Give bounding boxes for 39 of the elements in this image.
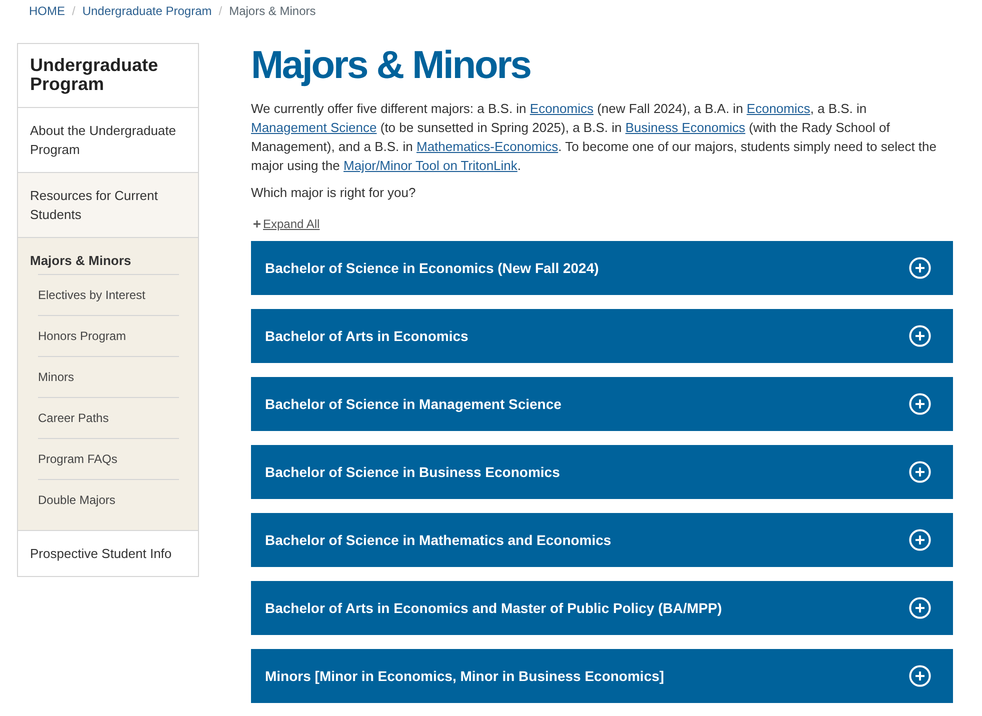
plus-circle-icon xyxy=(909,529,931,551)
accordion-header[interactable]: Bachelor of Arts in Economics and Master of Public Policy (BA/MPP) xyxy=(251,581,953,635)
sidebar-link[interactable]: Majors & Minors xyxy=(18,251,198,270)
plus-circle-icon xyxy=(909,597,931,619)
inline-link[interactable]: Business Economics xyxy=(625,120,746,135)
plus-circle-icon xyxy=(909,257,931,279)
plus-circle-icon xyxy=(909,325,931,347)
inline-link[interactable]: Economics xyxy=(530,101,594,116)
accordion-header[interactable]: Minors [Minor in Economics, Minor in Business Economics] xyxy=(251,649,953,703)
page-title: Majors & Minors xyxy=(251,43,532,89)
sidebar-sublink[interactable]: Electives by Interest xyxy=(38,275,179,315)
accordion-header[interactable]: Bachelor of Science in Business Economics xyxy=(251,445,953,499)
accordion-header[interactable]: Bachelor of Arts in Economics xyxy=(251,309,953,363)
breadcrumb-link[interactable]: Undergraduate Program xyxy=(82,4,212,18)
accordion-header[interactable]: Bachelor of Science in Management Science xyxy=(251,377,953,431)
inline-link[interactable]: Major/Minor Tool on TritonLink xyxy=(344,158,518,173)
plus-circle-icon xyxy=(909,393,931,415)
question-text: Which major is right for you? xyxy=(251,184,417,202)
inline-link[interactable]: Management Science xyxy=(251,120,377,135)
sidebar-sublink[interactable]: Career Paths xyxy=(38,398,179,438)
sidebar-sublink[interactable]: Minors xyxy=(38,357,179,397)
plus-icon xyxy=(253,220,261,228)
expand-all-button[interactable]: Expand All xyxy=(253,216,320,232)
accordion-header[interactable]: Bachelor of Science in Economics (New Fall 2024) xyxy=(251,241,953,295)
sidebar-link[interactable]: Resources for Current Students xyxy=(18,172,198,237)
sidebar-sublink[interactable]: Double Majors xyxy=(38,480,179,520)
breadcrumb-separator: / xyxy=(72,4,76,18)
breadcrumb-link[interactable]: HOME xyxy=(29,4,65,18)
breadcrumb-current: Majors & Minors xyxy=(229,4,316,18)
plus-circle-icon xyxy=(909,461,931,483)
accordion-header[interactable]: Bachelor of Science in Mathematics and Economics xyxy=(251,513,953,567)
plus-circle-icon xyxy=(909,665,931,687)
sidebar-sublink[interactable]: Honors Program xyxy=(38,316,179,356)
breadcrumb-separator: / xyxy=(218,4,222,18)
inline-link[interactable]: Mathematics-Economics xyxy=(416,139,558,154)
sidebar-title: Undergraduate Program xyxy=(29,54,160,96)
intro-paragraph: We currently offer five different majors: a B.S. in Economics (new Fall 2024), a B.A. in Economics, a B.S. in Management Science (to be sunsetted in Spring 2025), a B.S. in Business Economics (with the Rady School of Management), and a B.S. in Mathematics-Economics. To become one of our majors, students simply need to select the major using the Major/Minor Tool on TritonLink. xyxy=(251,100,938,175)
inline-link[interactable]: Economics xyxy=(746,101,810,116)
sidebar-sublink[interactable]: Program FAQs xyxy=(38,439,179,479)
